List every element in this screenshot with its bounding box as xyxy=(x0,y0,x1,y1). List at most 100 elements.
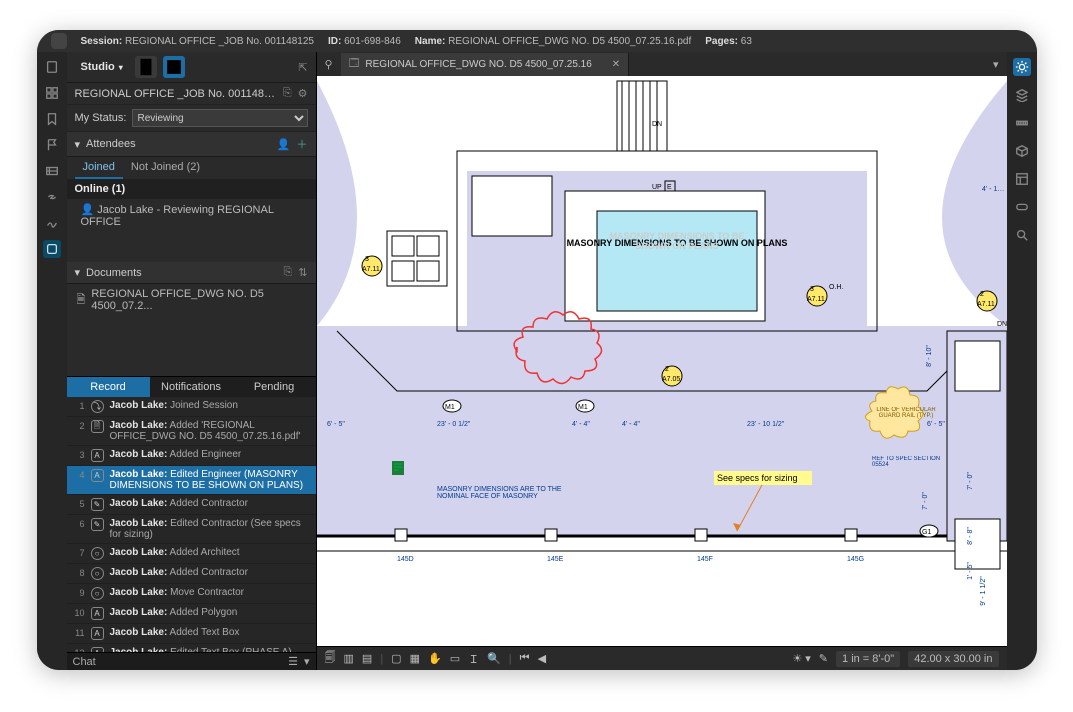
calibrate-icon[interactable]: ✎ xyxy=(819,652,828,665)
svg-text:2: 2 xyxy=(665,366,669,373)
svg-text:UP: UP xyxy=(652,184,662,191)
content-area: ⚲ 🗔 REGIONAL OFFICE_DWG NO. D5 4500_07.2… xyxy=(317,52,1007,670)
masonry-callout: MASONRY DIMENSIONS TO BE SHOWN ON PLANS xyxy=(607,231,747,251)
tab-joined[interactable]: Joined xyxy=(75,157,123,179)
dock-icon[interactable]: ⇱ xyxy=(298,61,307,74)
record-row[interactable]: 2 🗎 Jacob Lake: Added 'REGIONAL OFFICE_D… xyxy=(67,417,316,446)
svg-text:A7.11: A7.11 xyxy=(807,296,825,303)
record-row[interactable]: 1 ⤵ Jacob Lake: Joined Session xyxy=(67,397,316,417)
dimmer-icon[interactable]: ☀ ▾ xyxy=(792,652,810,665)
studio-dropdown[interactable]: Studio ▾ xyxy=(75,58,129,76)
record-row[interactable]: 12 A Jacob Lake: Edited Text Box (PHASE … xyxy=(67,644,316,652)
chat-label[interactable]: Chat xyxy=(73,656,96,668)
tab-notifications[interactable]: Notifications xyxy=(150,377,233,397)
scale-readout[interactable]: 1 in = 8'-0" xyxy=(836,651,900,667)
leave-session-icon[interactable]: ⎘ xyxy=(283,87,292,100)
document-tab[interactable]: 🗔 REGIONAL OFFICE_DWG NO. D5 4500_07.25.… xyxy=(341,53,630,76)
specs-callout: See specs for sizing xyxy=(717,473,798,483)
record-row[interactable]: 3 A Jacob Lake: Added Engineer xyxy=(67,446,316,466)
left-tool-rail xyxy=(37,52,67,670)
sets-icon[interactable] xyxy=(43,162,61,180)
svg-text:1' - 5": 1' - 5" xyxy=(967,562,974,580)
documents-header[interactable]: ▾Documents ⎘ ⇅ xyxy=(67,262,316,284)
single-page-icon[interactable]: ▢ xyxy=(391,652,401,665)
invite-attendee-icon[interactable]: ＋ xyxy=(297,136,308,152)
settings-icon[interactable]: ⚙ xyxy=(298,87,308,100)
select-icon[interactable]: ▭ xyxy=(450,652,460,665)
floor-plan-drawing: 3A7.11 3A7.11 2A7.11 2A7.05 O.H. DN UP D… xyxy=(317,76,1007,646)
online-header: Online (1) xyxy=(67,179,316,199)
record-row[interactable]: 8 ○ Jacob Lake: Added Contractor xyxy=(67,564,316,584)
record-row[interactable]: 4 A Jacob Lake: Edited Engineer (MASONRY… xyxy=(67,466,316,495)
record-row[interactable]: 5 ✎ Jacob Lake: Added Contractor xyxy=(67,495,316,515)
links-panel-icon[interactable] xyxy=(1013,198,1031,216)
close-tab-icon[interactable]: ✕ xyxy=(612,59,620,70)
my-status-select[interactable]: Reviewing xyxy=(132,109,307,127)
bookmarks-icon[interactable] xyxy=(43,110,61,128)
record-row[interactable]: 6 ✎ Jacob Lake: Edited Contractor (See s… xyxy=(67,515,316,544)
session-button[interactable] xyxy=(135,56,157,78)
tab-overflow-icon[interactable]: ▾ xyxy=(985,58,1007,71)
svg-text:9' - 1 1/2": 9' - 1 1/2" xyxy=(980,576,987,606)
attendee-row[interactable]: 👤 Jacob Lake - Reviewing REGIONAL OFFICE xyxy=(67,199,316,232)
svg-text:8' - 10": 8' - 10" xyxy=(926,345,933,367)
svg-text:A7.11: A7.11 xyxy=(977,301,995,308)
app-menu-icon[interactable] xyxy=(51,33,67,49)
svg-text:7' - 0": 7' - 0" xyxy=(922,492,929,510)
svg-text:4' - 4": 4' - 4" xyxy=(572,421,590,428)
svg-text:6' - 5": 6' - 5" xyxy=(927,421,945,428)
links-icon[interactable] xyxy=(43,188,61,206)
pan-icon[interactable]: ✋ xyxy=(428,652,442,665)
signatures-icon[interactable] xyxy=(43,214,61,232)
svg-text:8' - 8": 8' - 8" xyxy=(967,527,974,545)
zoom-icon[interactable]: 🔍 xyxy=(487,652,501,665)
prev-page-icon[interactable]: ◀ xyxy=(538,652,546,665)
markups-list-icon[interactable]: ☰ xyxy=(288,655,298,668)
flag-icon[interactable] xyxy=(43,136,61,154)
tab-pending[interactable]: Pending xyxy=(233,377,316,397)
file-access-icon[interactable] xyxy=(43,58,61,76)
three-d-icon[interactable] xyxy=(1013,142,1031,160)
document-viewer[interactable]: 3A7.11 3A7.11 2A7.11 2A7.05 O.H. DN UP D… xyxy=(317,76,1007,646)
record-list[interactable]: 1 ⤵ Jacob Lake: Joined Session2 🗎 Jacob … xyxy=(67,397,316,652)
add-document-icon[interactable]: ⎘ xyxy=(283,266,292,279)
svg-text:M1: M1 xyxy=(578,404,588,411)
record-row[interactable]: 10 A Jacob Lake: Added Polygon xyxy=(67,604,316,624)
page-nav-icon[interactable]: 🗐 xyxy=(325,649,336,668)
attendees-header[interactable]: ▾Attendees 👤 ＋ xyxy=(67,132,316,157)
svg-text:DN: DN xyxy=(652,121,662,128)
svg-text:4' - 4": 4' - 4" xyxy=(622,421,640,428)
app-window: Session: REGIONAL OFFICE _JOB No. 001148… xyxy=(37,30,1037,670)
my-status-label: My Status: xyxy=(75,112,127,124)
svg-text:145D: 145D xyxy=(397,556,414,563)
record-row[interactable]: 7 ○ Jacob Lake: Added Architect xyxy=(67,544,316,564)
tab-not-joined[interactable]: Not Joined (2) xyxy=(123,157,208,179)
filter-icon[interactable]: ▾ xyxy=(304,655,310,668)
svg-text:23' - 0 1/2": 23' - 0 1/2" xyxy=(437,421,471,428)
studio-icon[interactable] xyxy=(43,240,61,258)
continuous-icon[interactable]: ▦ xyxy=(410,652,420,665)
section-tag: 3A7.11 xyxy=(362,256,382,276)
split-vert-icon[interactable]: ▥ xyxy=(344,652,354,665)
first-page-icon[interactable]: ⏮ xyxy=(520,652,530,665)
document-item[interactable]: 🗎 REGIONAL OFFICE_DWG NO. D5 4500_07.2..… xyxy=(67,284,316,316)
thumbnails-icon[interactable] xyxy=(43,84,61,102)
record-row[interactable]: 11 A Jacob Lake: Added Text Box xyxy=(67,624,316,644)
project-name: REGIONAL OFFICE _JOB No. 001148125 - 601… xyxy=(75,88,277,100)
svg-text:145E: 145E xyxy=(547,556,564,563)
follow-attendee-icon[interactable]: 👤 xyxy=(277,138,291,151)
svg-text:2: 2 xyxy=(980,291,984,298)
properties-gear-icon[interactable] xyxy=(1013,58,1031,76)
sort-documents-icon[interactable]: ⇅ xyxy=(298,266,307,279)
pin-icon[interactable]: ⚲ xyxy=(317,58,341,71)
project-button[interactable] xyxy=(163,56,185,78)
layers-icon[interactable] xyxy=(1013,86,1031,104)
tab-record[interactable]: Record xyxy=(67,377,150,397)
measurements-icon[interactable] xyxy=(1013,114,1031,132)
forms-icon[interactable] xyxy=(1013,170,1031,188)
search-icon[interactable] xyxy=(1013,226,1031,244)
note-markup-icon[interactable] xyxy=(392,461,404,475)
text-select-icon[interactable]: Ｉ xyxy=(468,651,479,667)
split-horiz-icon[interactable]: ▤ xyxy=(362,652,372,665)
record-row[interactable]: 9 ○ Jacob Lake: Move Contractor xyxy=(67,584,316,604)
